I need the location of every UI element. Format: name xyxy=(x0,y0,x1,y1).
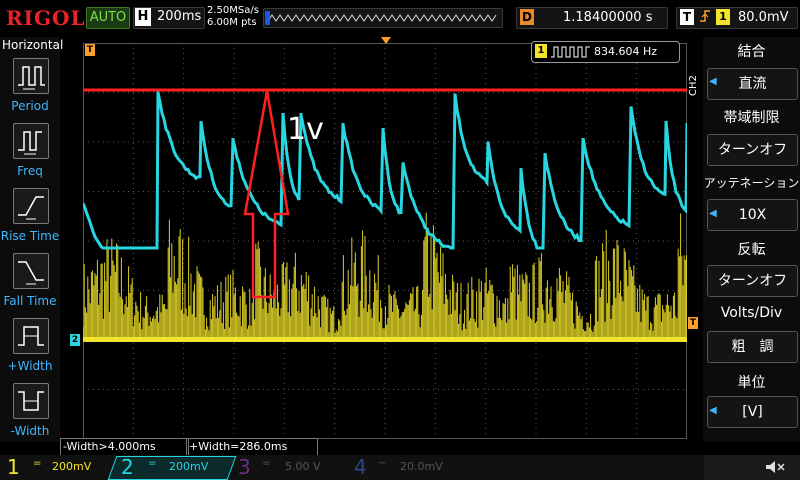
timebase-letter: H xyxy=(135,8,151,26)
ch1-waveform xyxy=(83,212,687,342)
ch1-scale[interactable]: 200mV xyxy=(52,460,91,473)
neg-width-label: -Width xyxy=(10,424,50,438)
trigger-level: 80.0mV xyxy=(738,10,789,25)
center-marker xyxy=(381,37,391,44)
unit-arrow-icon: ◀ xyxy=(709,405,717,416)
trigger-source: 1 xyxy=(716,9,730,25)
freq-button[interactable] xyxy=(13,123,49,159)
sample-rate: 2.50MSa/s xyxy=(207,5,259,16)
measurement-neg-width[interactable]: -Width>4.000ms xyxy=(60,438,189,456)
memory-waveform-icon xyxy=(265,11,497,25)
ch2-waveform xyxy=(83,90,687,250)
freq-icon xyxy=(18,131,42,155)
horizontal-menu-title: Horizontal xyxy=(2,38,64,52)
ch4-coupling: ~ xyxy=(378,458,387,469)
delay-letter: D xyxy=(520,9,534,25)
ch2-number[interactable]: 2 xyxy=(121,455,134,480)
graticule xyxy=(83,43,687,439)
ch1-coupling: = xyxy=(33,458,42,469)
frequency-value: 834.604 Hz xyxy=(594,45,658,58)
coupling-button[interactable]: 直流 xyxy=(707,68,798,100)
sample-info: 2.50MSa/s 6.00M pts xyxy=(207,5,259,29)
memory-strip[interactable] xyxy=(263,8,503,28)
annotation-label: 1v xyxy=(287,112,324,147)
pos-width-button[interactable] xyxy=(13,318,49,354)
period-button[interactable] xyxy=(13,58,49,94)
channel-tag: CH2 xyxy=(688,75,699,96)
attenuation-button[interactable]: 10X xyxy=(707,199,798,231)
coupling-arrow-icon: ◀ xyxy=(709,76,717,87)
unit-value: [V] xyxy=(742,404,763,420)
volts-div-title: Volts/Div xyxy=(720,305,783,321)
neg-width-icon xyxy=(18,391,44,411)
period-icon xyxy=(18,66,45,90)
bw-limit-button[interactable]: ターンオフ xyxy=(707,134,798,166)
memory-depth: 6.00M pts xyxy=(207,17,257,28)
brand-logo: RIGOL xyxy=(6,6,86,30)
invert-title: 反転 xyxy=(737,242,766,258)
coupling-value: 直流 xyxy=(738,76,767,92)
volts-div-value: 粗 調 xyxy=(731,339,774,355)
ch1-number[interactable]: 1 xyxy=(7,455,20,480)
measurement-pos-width[interactable]: +Width=286.0ms xyxy=(186,438,318,456)
attenuation-arrow-icon: ◀ xyxy=(709,208,717,219)
ch3-coupling: = xyxy=(262,458,271,469)
invert-value: ターンオフ xyxy=(717,273,788,289)
ch2-scale[interactable]: 200mV xyxy=(169,460,208,473)
rise-time-label: Rise Time xyxy=(0,229,60,243)
volts-div-button[interactable]: 粗 調 xyxy=(707,331,798,363)
speaker-mute-icon[interactable] xyxy=(764,458,786,480)
period-label: Period xyxy=(11,99,49,113)
run-mode-badge[interactable]: AUTO xyxy=(86,7,130,29)
invert-button[interactable]: ターンオフ xyxy=(707,265,798,297)
pos-width-icon xyxy=(18,326,44,346)
fall-time-label: Fall Time xyxy=(3,294,57,308)
neg-width-button[interactable] xyxy=(13,383,49,419)
rise-time-icon xyxy=(18,196,44,220)
timebase-value: 200ms xyxy=(157,9,202,24)
trigger-position-marker[interactable]: T xyxy=(85,44,95,56)
ch3-number[interactable]: 3 xyxy=(238,455,251,480)
ch4-scale[interactable]: 20.0mV xyxy=(400,460,443,473)
trigger-letter: T xyxy=(680,9,694,25)
unit-button[interactable]: [V] xyxy=(707,396,798,428)
unit-title: 単位 xyxy=(737,375,766,391)
fall-time-icon xyxy=(18,261,44,285)
rise-time-button[interactable] xyxy=(13,188,49,224)
ch3-scale[interactable]: 5.00 V xyxy=(285,460,321,473)
fall-time-button[interactable] xyxy=(13,253,49,289)
bw-limit-title: 帯域制限 xyxy=(723,110,780,126)
pos-width-label: +Width xyxy=(7,359,53,373)
freq-label: Freq xyxy=(17,164,43,178)
waveform-display[interactable] xyxy=(83,43,687,439)
coupling-title: 結合 xyxy=(737,44,766,60)
delay-value: 1.18400000 s xyxy=(563,10,653,25)
rising-edge-icon xyxy=(699,8,711,28)
bw-limit-value: ターンオフ xyxy=(717,142,788,158)
square-wave-icon xyxy=(551,44,591,63)
attenuation-title: アッテネーション xyxy=(703,176,800,190)
attenuation-value: 10X xyxy=(738,207,767,223)
ch2-ground-marker[interactable]: 2 xyxy=(70,334,80,346)
trigger-level-marker[interactable]: T xyxy=(688,317,698,329)
ch4-number[interactable]: 4 xyxy=(354,455,367,480)
freq-channel-badge: 1 xyxy=(535,44,547,58)
ch2-coupling: = xyxy=(148,458,157,469)
